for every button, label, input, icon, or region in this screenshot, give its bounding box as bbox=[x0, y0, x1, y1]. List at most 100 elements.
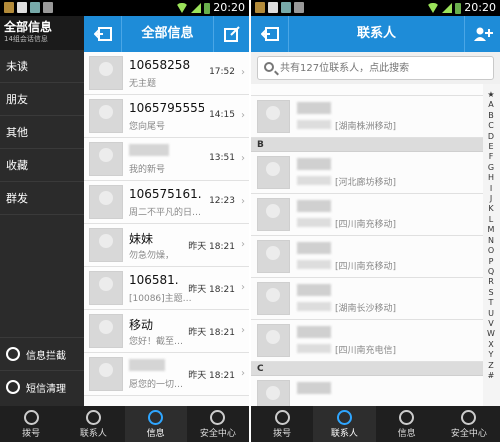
tab-label: 拨号 bbox=[22, 428, 41, 439]
add-contact-button[interactable] bbox=[464, 16, 500, 52]
alpha-index-letter[interactable]: K bbox=[488, 204, 493, 214]
notification-icon bbox=[4, 2, 14, 13]
alpha-index-letter[interactable]: X bbox=[488, 340, 493, 350]
side-tool-block[interactable]: 信息拦截 bbox=[0, 337, 84, 370]
avatar bbox=[257, 100, 290, 133]
alpha-index-letter[interactable]: W bbox=[487, 329, 495, 339]
avatar bbox=[89, 142, 123, 176]
alpha-index-letter[interactable]: A bbox=[488, 100, 493, 110]
tab-contacts[interactable]: 联系人 bbox=[313, 406, 376, 442]
chevron-right-icon: › bbox=[241, 282, 245, 293]
tab-security[interactable]: 安全中心 bbox=[438, 406, 500, 442]
side-item-friends[interactable]: 朋友 bbox=[0, 83, 84, 116]
tab-dialer[interactable]: 拨号 bbox=[0, 406, 62, 442]
side-item-favorites[interactable]: 收藏 bbox=[0, 149, 84, 182]
alpha-index-letter[interactable]: G bbox=[488, 163, 494, 173]
section-header: B bbox=[251, 138, 483, 152]
message-row[interactable]: 106575161. 周二不平凡的日… 12:23 › bbox=[84, 181, 249, 224]
alpha-index-letter[interactable]: O bbox=[488, 246, 494, 256]
contact-name bbox=[297, 200, 331, 212]
security-icon bbox=[210, 409, 226, 425]
alpha-index-letter[interactable]: E bbox=[488, 142, 493, 152]
contact-row[interactable] bbox=[251, 84, 483, 96]
contact-number bbox=[297, 344, 331, 353]
alpha-index-letter[interactable]: C bbox=[488, 121, 494, 131]
alpha-index-letter[interactable]: # bbox=[488, 371, 495, 381]
side-item-group-send[interactable]: 群发 bbox=[0, 182, 84, 215]
message-row[interactable]: 愿您的一切… 昨天 18:21 › bbox=[84, 353, 249, 396]
contact-name bbox=[297, 382, 331, 394]
back-arrow-icon bbox=[93, 27, 112, 41]
contact-name bbox=[297, 102, 331, 114]
contact-row[interactable]: [湖南株洲移动] bbox=[251, 96, 483, 138]
alpha-index-letter[interactable]: F bbox=[489, 152, 494, 162]
message-row[interactable]: 妹妹 勿急勿燥， 昨天 18:21 › bbox=[84, 224, 249, 267]
alpha-index-letter[interactable]: Z bbox=[488, 361, 493, 371]
tab-label: 信息 bbox=[146, 428, 165, 439]
phone-icon bbox=[23, 409, 39, 425]
chevron-right-icon: › bbox=[241, 239, 245, 250]
contact-row[interactable]: [湖南长沙移动] bbox=[251, 278, 483, 320]
alpha-index-letter[interactable]: H bbox=[488, 173, 494, 183]
alpha-index-letter[interactable]: T bbox=[489, 298, 494, 308]
compose-button[interactable] bbox=[213, 16, 249, 52]
side-menu-header[interactable]: 全部信息 14组会话信息 bbox=[0, 16, 84, 50]
block-icon bbox=[6, 347, 20, 361]
message-sender: 106575161. bbox=[129, 187, 202, 201]
alpha-index-letter[interactable]: U bbox=[488, 309, 494, 319]
tab-messages[interactable]: 信息 bbox=[124, 406, 187, 442]
search-box[interactable] bbox=[257, 56, 494, 80]
message-preview: 无主题 bbox=[129, 79, 157, 89]
alpha-index-letter[interactable]: N bbox=[488, 236, 494, 246]
alpha-index-letter[interactable]: R bbox=[488, 277, 494, 287]
clean-icon bbox=[6, 380, 20, 394]
alpha-index-letter[interactable]: L bbox=[489, 215, 493, 225]
menu-toggle-button[interactable] bbox=[84, 16, 122, 52]
side-item-unread[interactable]: 未读 bbox=[0, 50, 84, 83]
contact-row[interactable]: [四川南充电信] bbox=[251, 320, 483, 362]
image-icon bbox=[268, 2, 278, 13]
alpha-index-letter[interactable]: D bbox=[488, 132, 494, 142]
message-row[interactable]: 移动 您好！截至… 昨天 18:21 › bbox=[84, 310, 249, 353]
message-icon bbox=[399, 409, 415, 425]
alpha-index-letter[interactable]: Q bbox=[488, 267, 494, 277]
side-tool-label: 信息拦截 bbox=[26, 350, 66, 362]
alpha-index-letter[interactable]: I bbox=[490, 184, 492, 194]
tab-security[interactable]: 安全中心 bbox=[187, 406, 249, 442]
contact-name bbox=[297, 326, 331, 338]
chevron-right-icon: › bbox=[241, 368, 245, 379]
message-row[interactable]: 1065795555 您向尾号 14:15 › bbox=[84, 95, 249, 138]
alpha-index-letter[interactable]: Y bbox=[489, 350, 494, 360]
notification-icon bbox=[255, 2, 265, 13]
alpha-index-letter[interactable]: ★ bbox=[487, 90, 494, 100]
tab-dialer[interactable]: 拨号 bbox=[251, 406, 313, 442]
side-item-other[interactable]: 其他 bbox=[0, 116, 84, 149]
search-input[interactable] bbox=[280, 59, 480, 77]
contact-row[interactable]: [四川南充移动] bbox=[251, 236, 483, 278]
alpha-index-letter[interactable]: P bbox=[489, 257, 494, 267]
avatar bbox=[257, 240, 290, 273]
avatar bbox=[257, 324, 290, 357]
contact-location: [湖南长沙移动] bbox=[335, 304, 397, 314]
tab-messages[interactable]: 信息 bbox=[376, 406, 438, 442]
side-tool-label: 短信清理 bbox=[26, 383, 66, 395]
message-row[interactable]: 我的新号 13:51 › bbox=[84, 138, 249, 181]
alpha-index-letter[interactable]: J bbox=[490, 194, 492, 204]
contact-row[interactable]: [河北廊坊移动] bbox=[251, 152, 483, 194]
alpha-index-letter[interactable]: S bbox=[488, 288, 493, 298]
tab-contacts[interactable]: 联系人 bbox=[62, 406, 124, 442]
alpha-index-letter[interactable]: V bbox=[488, 319, 493, 329]
message-row[interactable]: 10658258 无主题 17:52 › bbox=[84, 52, 249, 95]
message-row[interactable]: 106581. [10086]主题… 昨天 18:21 › bbox=[84, 267, 249, 310]
menu-toggle-button[interactable] bbox=[251, 16, 289, 52]
battery-icon bbox=[455, 2, 462, 14]
tab-label: 拨号 bbox=[273, 428, 292, 439]
alpha-index-letter[interactable]: B bbox=[488, 111, 494, 121]
side-tool-clean[interactable]: 短信清理 bbox=[0, 370, 84, 403]
alpha-index-letter[interactable]: M bbox=[488, 225, 495, 235]
alphabet-index[interactable]: ★ A B C D E F G H I J K L M N O P Q R S T U V W X Y Z # bbox=[484, 90, 498, 381]
tab-label: 安全中心 bbox=[199, 428, 236, 439]
contact-row[interactable]: [四川南充移动] bbox=[251, 194, 483, 236]
page-title: 联系人 bbox=[356, 26, 396, 41]
avatar bbox=[89, 185, 123, 219]
